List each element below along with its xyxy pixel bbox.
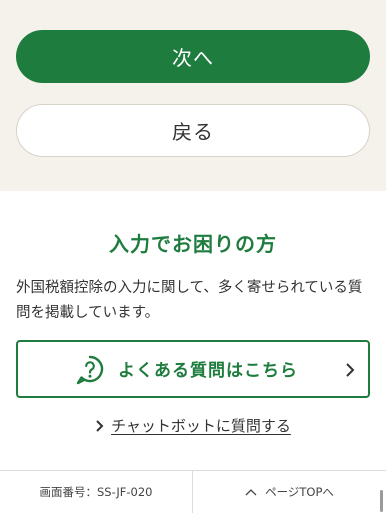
question-bubble-icon xyxy=(76,355,104,385)
chevron-right-icon xyxy=(96,419,104,432)
chevron-right-icon xyxy=(346,363,355,377)
help-title: 入力でお困りの方 xyxy=(109,232,277,256)
chatbot-link[interactable]: チャットボットに質問する xyxy=(0,415,386,436)
page-top-link[interactable]: ページTOPへ xyxy=(193,471,386,513)
footer: 画面番号：SS-JF-020 ページTOPへ xyxy=(0,470,386,513)
scrollbar[interactable] xyxy=(380,490,383,512)
screen-id: 画面番号：SS-JF-020 xyxy=(0,471,193,513)
help-description: 外国税額控除の入力に関して、多く寄せられている質問を掲載しています。 xyxy=(16,280,363,321)
page-top-label: ページTOPへ xyxy=(265,485,334,499)
action-area: 次へ 戻る xyxy=(0,0,386,191)
chatbot-link-label: チャットボットに質問する xyxy=(111,417,291,435)
faq-button[interactable]: よくある質問はこちら xyxy=(16,340,370,398)
faq-label: よくある質問はこちら xyxy=(118,361,298,381)
chevron-up-icon xyxy=(245,489,257,496)
back-button[interactable]: 戻る xyxy=(16,104,370,157)
next-button[interactable]: 次へ xyxy=(16,30,370,83)
